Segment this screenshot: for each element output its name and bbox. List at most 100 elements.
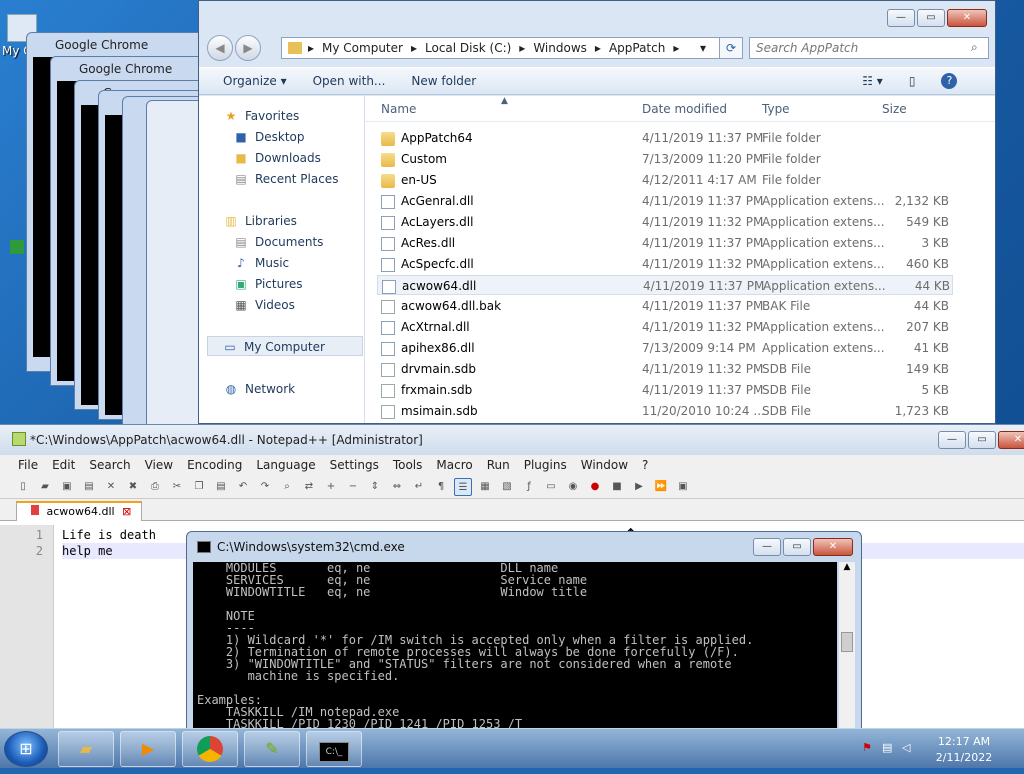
word-wrap-icon[interactable]: ↵ [410,478,428,496]
cmd-console-output[interactable]: MODULES eq, ne DLL name SERVICES eq, ne … [193,562,837,728]
minimize-button[interactable]: — [753,538,781,556]
nav-my-computer[interactable]: ▭ My Computer [207,336,363,356]
taskbar-media-player[interactable]: ▶ [120,731,176,767]
menu-item[interactable]: Edit [52,455,75,475]
tray-time[interactable]: 12:17 AM [932,735,996,748]
maximize-button[interactable]: ▭ [917,9,945,27]
breadcrumb-item[interactable]: AppPatch [609,41,665,55]
file-row[interactable]: acwow64.dll 4/11/2019 11:37 PM Application… [377,275,953,295]
copy-icon[interactable]: ❐ [190,478,208,496]
scroll-thumb[interactable] [841,632,853,652]
nav-music[interactable]: ♪ Music [233,253,289,273]
help-icon[interactable]: ? [941,73,958,89]
save-icon[interactable]: ▣ [58,478,76,496]
scroll-up-icon[interactable]: ▲ [839,562,855,576]
open-with-button[interactable]: Open with... [313,74,386,88]
menu-item[interactable]: Macro [436,455,472,475]
file-row[interactable]: AcSpecfc.dll 4/11/2019 11:32 PM Applicatio… [377,254,953,274]
menu-item[interactable]: Window [581,455,628,475]
save-macro-icon[interactable]: ▣ [674,478,692,496]
address-dropdown-icon[interactable]: ▾ [700,41,706,55]
close-all-icon[interactable]: ✖ [124,478,142,496]
nav-network[interactable]: ◍ Network [223,379,295,399]
redo-icon[interactable]: ↷ [256,478,274,496]
file-row[interactable]: acwow64.dll.bak 4/11/2019 11:37 PM BAK Fil… [377,296,953,316]
new-folder-button[interactable]: New folder [411,74,476,88]
search-input[interactable]: Search AppPatch [749,37,989,59]
column-date[interactable]: Date modified [642,102,727,116]
file-row[interactable]: frxmain.sdb 4/11/2019 11:37 PM SDB File 5 K… [377,380,953,400]
file-row[interactable]: Custom 7/13/2009 11:20 PM File folder [377,149,953,169]
column-size[interactable]: Size [882,102,907,116]
refresh-icon[interactable]: ⟳ [719,37,743,59]
start-button[interactable]: ⊞ [4,731,48,767]
nav-pictures[interactable]: ▣ Pictures [233,274,302,294]
menu-item[interactable]: Plugins [524,455,567,475]
file-row[interactable]: msimain.sdb 11/20/2010 10:24 ... SDB File 1… [377,401,953,421]
file-row[interactable]: AppPatch64 4/11/2019 11:37 PM File folder [377,128,953,148]
menu-item[interactable]: Settings [330,455,379,475]
menu-item[interactable]: File [18,455,38,475]
taskbar-chrome[interactable] [182,731,238,767]
tab-close-icon[interactable]: ⊠ [122,505,131,518]
menu-item[interactable]: View [145,455,173,475]
close-button[interactable]: ✕ [813,538,853,556]
action-center-icon[interactable]: ⚑ [862,741,872,754]
tray-date[interactable]: 2/11/2022 [932,751,996,764]
minimize-button[interactable]: — [938,431,966,449]
column-name[interactable]: Name [381,102,416,116]
file-row[interactable]: apihex86.dll 7/13/2009 9:14 PM Application… [377,338,953,358]
new-file-icon[interactable]: ▯ [14,478,32,496]
menu-item[interactable]: Tools [393,455,423,475]
play-macro-icon[interactable]: ▶ [630,478,648,496]
cmd-scrollbar[interactable]: ▲ [839,562,855,728]
doc-map-icon[interactable]: ▧ [498,478,516,496]
file-row[interactable]: AcRes.dll 4/11/2019 11:37 PM Application e… [377,233,953,253]
monitoring-icon[interactable]: ◉ [564,478,582,496]
forward-icon[interactable]: ▶ [235,35,261,61]
save-all-icon[interactable]: ▤ [80,478,98,496]
nav-desktop[interactable]: ■ Desktop [233,127,304,147]
file-row[interactable]: AcGenral.dll 4/11/2019 11:37 PM Applicatio… [377,191,953,211]
zoom-in-icon[interactable]: + [322,478,340,496]
find-icon[interactable]: ⌕ [278,478,296,496]
nav-favorites[interactable]: ★ Favorites [223,106,300,126]
breadcrumb-item[interactable]: Local Disk (C:) [425,41,511,55]
replace-icon[interactable]: ⇄ [300,478,318,496]
taskbar-explorer[interactable]: ▰ [58,731,114,767]
nav-documents[interactable]: ▤ Documents [233,232,323,252]
breadcrumb-item[interactable]: My Computer [322,41,403,55]
folder-workspace-icon[interactable]: ▭ [542,478,560,496]
tab-acwow64[interactable]: acwow64.dll ⊠ [16,501,143,521]
open-file-icon[interactable]: ▰ [36,478,54,496]
close-button[interactable]: ✕ [998,431,1024,449]
file-row[interactable]: en-US 4/12/2011 4:17 AM File folder [377,170,953,190]
taskbar-notepadpp[interactable]: ✎ [244,731,300,767]
menu-item[interactable]: Language [256,455,315,475]
file-row[interactable]: AcXtrnal.dll 4/11/2019 11:32 PM Applicatio… [377,317,953,337]
network-tray-icon[interactable]: ▤ [882,741,892,754]
nav-videos[interactable]: ▦ Videos [233,295,295,315]
maximize-button[interactable]: ▭ [968,431,996,449]
taskbar-cmd[interactable]: C:\_ [306,731,362,767]
udl-icon[interactable]: ▦ [476,478,494,496]
organize-button[interactable]: Organize ▾ [223,74,287,88]
view-options-icon[interactable]: ☷ ▾ [862,74,883,88]
close-button[interactable]: ✕ [947,9,987,27]
close-file-icon[interactable]: ✕ [102,478,120,496]
volume-icon[interactable]: ◁ [902,741,910,754]
run-macro-multiple-icon[interactable]: ⏩ [652,478,670,496]
nav-libraries[interactable]: ▥ Libraries [223,211,297,231]
cmd-window[interactable]: C:\Windows\system32\cmd.exe — ▭ ✕ MODULE… [186,531,862,729]
back-icon[interactable]: ◀ [207,35,233,61]
print-icon[interactable]: ⎙ [146,478,164,496]
show-all-chars-icon[interactable]: ¶ [432,478,450,496]
function-list-icon[interactable]: ƒ [520,478,538,496]
breadcrumb-item[interactable]: Windows [533,41,587,55]
stop-macro-icon[interactable]: ■ [608,478,626,496]
record-macro-icon[interactable]: ● [586,478,604,496]
cut-icon[interactable]: ✂ [168,478,186,496]
preview-pane-icon[interactable]: ▯ [909,74,916,88]
column-type[interactable]: Type [762,102,790,116]
maximize-button[interactable]: ▭ [783,538,811,556]
